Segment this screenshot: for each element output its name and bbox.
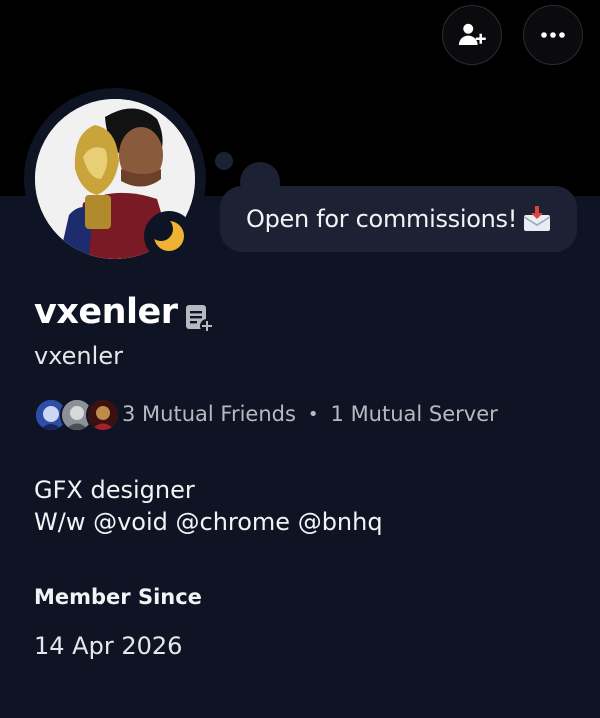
mutual-friends-link[interactable]: 3 Mutual Friends — [122, 402, 296, 426]
username: vxenler — [34, 342, 123, 370]
custom-status-text: Open for commissions! — [246, 205, 518, 233]
add-friend-icon — [458, 23, 486, 45]
custom-status-bubble[interactable]: Open for commissions! — [220, 186, 577, 252]
bio-line: W/w @void @chrome @bnhq — [34, 508, 383, 536]
bio-line: GFX designer — [34, 476, 195, 504]
envelope-inbox-icon — [523, 206, 551, 232]
separator-dot: • — [307, 403, 319, 425]
note-icon — [186, 305, 214, 333]
moon-icon — [151, 218, 184, 251]
add-friend-button[interactable] — [442, 5, 502, 65]
mutual-avatars[interactable] — [34, 397, 122, 432]
more-options-button[interactable] — [523, 5, 583, 65]
status-indicator — [150, 217, 188, 255]
more-options-icon — [541, 32, 565, 38]
mutual-servers-link[interactable]: 1 Mutual Server — [331, 402, 498, 426]
member-since-date: 14 Apr 2026 — [34, 632, 183, 660]
display-name: vxenler — [34, 292, 178, 332]
status-bubble-dot-small — [215, 152, 233, 170]
mutuals-row: 3 Mutual Friends • 1 Mutual Server — [34, 396, 498, 432]
member-since-label: Member Since — [34, 585, 202, 609]
mutual-avatar — [86, 398, 120, 432]
bio: GFX designer W/w @void @chrome @bnhq — [34, 474, 383, 538]
note-button[interactable] — [184, 303, 214, 337]
